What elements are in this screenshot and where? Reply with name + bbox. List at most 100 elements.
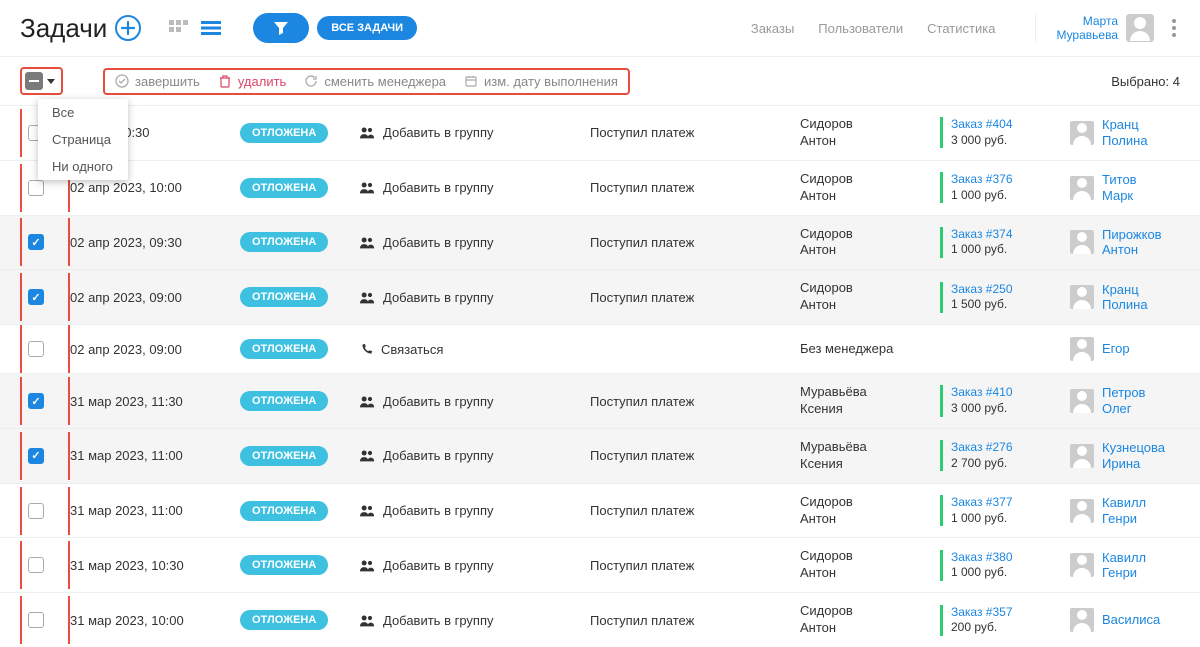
order-cell: Заказ #374 1 000 руб. <box>940 227 1070 258</box>
avatar-icon <box>1070 121 1094 145</box>
task-cell: Добавить в группу <box>360 235 590 250</box>
change-manager-action[interactable]: сменить менеджера <box>304 74 446 89</box>
row-checkbox[interactable] <box>28 393 44 409</box>
order-link[interactable]: Заказ #276 <box>951 440 1070 456</box>
avatar-icon <box>1070 608 1094 632</box>
selected-count: Выбрано: 4 <box>1111 74 1180 89</box>
chevron-down-icon[interactable] <box>47 79 55 84</box>
order-amount: 1 000 руб. <box>951 242 1070 258</box>
group-icon <box>360 504 375 517</box>
select-all-checkbox[interactable] <box>25 72 43 90</box>
client-link[interactable]: ПетровОлег <box>1102 385 1145 416</box>
kanban-view-button[interactable] <box>165 16 193 40</box>
date-cell: 02 апр 2023, 10:00 <box>70 180 240 195</box>
client-cell: Егор <box>1070 337 1200 361</box>
nav-stats[interactable]: Статистика <box>927 21 995 36</box>
order-link[interactable]: Заказ #374 <box>951 227 1070 243</box>
status-cell: ОТЛОЖЕНА <box>240 610 360 630</box>
order-amount: 1 000 руб. <box>951 188 1070 204</box>
client-link[interactable]: КранцПолина <box>1102 282 1148 313</box>
row-checkbox[interactable] <box>28 234 44 250</box>
task-cell: Добавить в группу <box>360 394 590 409</box>
status-badge: ОТЛОЖЕНА <box>240 232 328 252</box>
client-cell: ПирожковАнтон <box>1070 227 1200 258</box>
table-row: 02 апр 2023, 10:00 ОТЛОЖЕНА Добавить в г… <box>0 160 1200 215</box>
change-date-action[interactable]: изм. дату выполнения <box>464 74 618 89</box>
order-link[interactable]: Заказ #404 <box>951 117 1070 133</box>
select-dropdown: Все Страница Ни одного <box>38 99 128 180</box>
manager-cell: СидоровАнтон <box>800 603 940 637</box>
order-link[interactable]: Заказ #376 <box>951 172 1070 188</box>
task-cell: Добавить в группу <box>360 180 590 195</box>
status-badge: ОТЛОЖЕНА <box>240 555 328 575</box>
client-link[interactable]: ПирожковАнтон <box>1102 227 1162 258</box>
kebab-menu[interactable] <box>1168 15 1180 41</box>
client-link[interactable]: КранцПолина <box>1102 117 1148 148</box>
order-cell: Заказ #404 3 000 руб. <box>940 117 1070 148</box>
order-cell: Заказ #376 1 000 руб. <box>940 172 1070 203</box>
task-label: Добавить в группу <box>383 448 494 463</box>
delete-action[interactable]: удалить <box>218 74 286 89</box>
row-checkbox[interactable] <box>28 612 44 628</box>
client-link[interactable]: КавиллГенри <box>1102 550 1146 581</box>
task-label: Связаться <box>381 342 443 357</box>
delete-label: удалить <box>238 74 286 89</box>
row-checkbox[interactable] <box>28 180 44 196</box>
phone-icon <box>360 343 373 356</box>
client-link[interactable]: КавиллГенри <box>1102 495 1146 526</box>
task-cell: Добавить в группу <box>360 125 590 140</box>
manager-cell: СидоровАнтон <box>800 226 940 260</box>
dropdown-all[interactable]: Все <box>38 99 128 126</box>
complete-label: завершить <box>135 74 200 89</box>
dropdown-none[interactable]: Ни одного <box>38 153 128 180</box>
client-link[interactable]: ТитовМарк <box>1102 172 1137 203</box>
row-checkbox[interactable] <box>28 503 44 519</box>
order-cell: Заказ #410 3 000 руб. <box>940 385 1070 416</box>
nav-users[interactable]: Пользователи <box>818 21 903 36</box>
table-row: 31 мар 2023, 10:30 ОТЛОЖЕНА Добавить в г… <box>0 537 1200 592</box>
order-link[interactable]: Заказ #380 <box>951 550 1070 566</box>
task-label: Добавить в группу <box>383 180 494 195</box>
client-link[interactable]: Егор <box>1102 341 1130 357</box>
user-area[interactable]: Марта Муравьева <box>1035 14 1180 43</box>
status-cell: ОТЛОЖЕНА <box>240 391 360 411</box>
row-checkbox[interactable] <box>28 448 44 464</box>
checkbox-wrap <box>20 377 70 425</box>
client-link[interactable]: КузнецоваИрина <box>1102 440 1165 471</box>
checkbox-wrap <box>20 596 70 644</box>
status-badge: ОТЛОЖЕНА <box>240 391 328 411</box>
client-link[interactable]: Василиса <box>1102 612 1160 628</box>
order-cell: Заказ #377 1 000 руб. <box>940 495 1070 526</box>
avatar-icon <box>1070 230 1094 254</box>
task-cell: Добавить в группу <box>360 613 590 628</box>
all-tasks-pill[interactable]: ВСЕ ЗАДАЧИ <box>317 16 417 40</box>
order-link[interactable]: Заказ #357 <box>951 605 1070 621</box>
date-cell: 31 мар 2023, 10:00 <box>70 613 240 628</box>
row-checkbox[interactable] <box>28 341 44 357</box>
manager-cell: СидоровАнтон <box>800 494 940 528</box>
add-task-button[interactable] <box>115 15 141 41</box>
task-label: Добавить в группу <box>383 235 494 250</box>
row-checkbox[interactable] <box>28 557 44 573</box>
nav-orders[interactable]: Заказы <box>751 21 794 36</box>
client-cell: КавиллГенри <box>1070 495 1200 526</box>
event-cell: Поступил платеж <box>590 290 800 305</box>
order-link[interactable]: Заказ #410 <box>951 385 1070 401</box>
group-icon <box>360 395 375 408</box>
user-last: Муравьева <box>1056 28 1118 42</box>
filter-button[interactable] <box>253 13 309 43</box>
order-link[interactable]: Заказ #250 <box>951 282 1070 298</box>
view-toggles <box>165 16 225 40</box>
complete-action[interactable]: завершить <box>115 74 200 89</box>
order-link[interactable]: Заказ #377 <box>951 495 1070 511</box>
dropdown-page[interactable]: Страница <box>38 126 128 153</box>
avatar-icon <box>1070 337 1094 361</box>
date-cell: 31 мар 2023, 11:00 <box>70 503 240 518</box>
list-view-button[interactable] <box>197 16 225 40</box>
row-checkbox[interactable] <box>28 289 44 305</box>
status-badge: ОТЛОЖЕНА <box>240 610 328 630</box>
event-cell: Поступил платеж <box>590 394 800 409</box>
client-cell: КузнецоваИрина <box>1070 440 1200 471</box>
order-amount: 1 500 руб. <box>951 297 1070 313</box>
date-cell: 31 мар 2023, 11:00 <box>70 448 240 463</box>
